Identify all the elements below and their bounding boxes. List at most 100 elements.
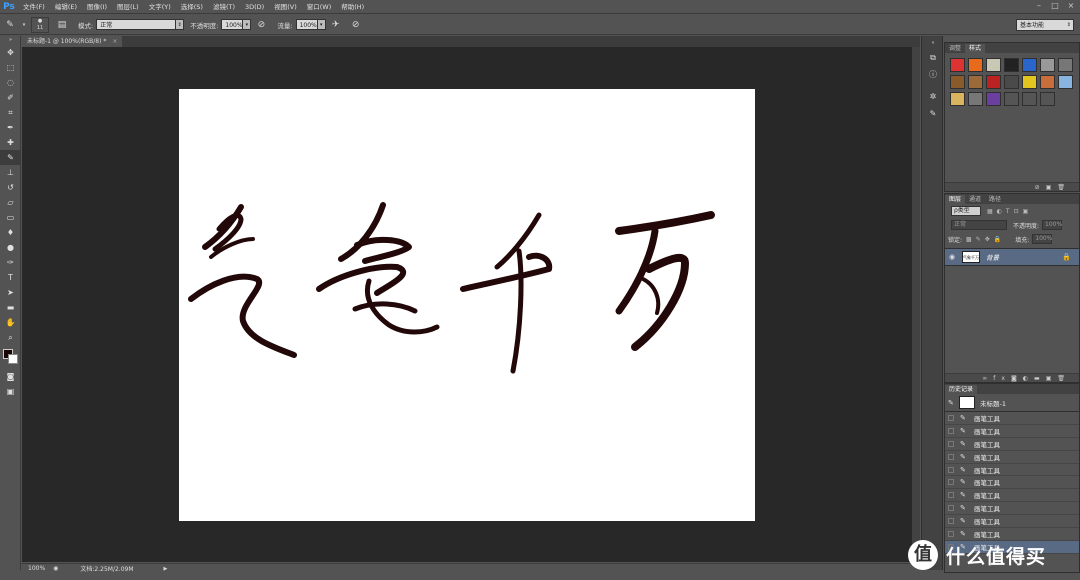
style-swatch[interactable] [950,58,965,72]
menu-item[interactable]: 选择(S) [176,0,208,14]
opacity-input[interactable]: 100% [221,19,244,30]
menu-item[interactable]: 视图(V) [269,0,302,14]
layer-opacity-input[interactable]: 100% [1042,220,1062,230]
restore-button[interactable]: □ [1048,0,1062,12]
history-step[interactable]: ✎ 画笔工具 [945,451,1079,464]
history-step[interactable]: ✎ 画笔工具 [945,425,1079,438]
eye-icon[interactable]: ◉ [945,253,959,261]
clone-stamp-tool-icon[interactable]: ⊥ [0,165,21,180]
pressure-size-icon[interactable]: ⊘ [349,18,363,32]
menu-item[interactable]: 窗口(W) [302,0,337,14]
screen-mode-icon[interactable]: ▣ [0,384,21,399]
tab-channels[interactable]: 通道 [965,195,985,204]
brush-panel-toggle-icon[interactable]: ▤ [55,18,69,32]
new-style-icon[interactable]: ▣ [1046,184,1058,191]
history-brush-source-checkbox[interactable] [948,479,954,486]
layer-kind-filter[interactable]: ρ类型 [951,206,981,216]
trash-icon[interactable]: 🗑 [1057,184,1071,191]
history-snapshot[interactable]: ✎ 未标题-1 [945,394,1079,412]
menu-item[interactable]: 滤镜(T) [208,0,240,14]
collapse-arrows-icon[interactable]: » [0,36,21,45]
document-scrollbar[interactable] [912,47,920,562]
style-swatch[interactable] [1058,75,1073,89]
lasso-tool-icon[interactable]: ◌ [0,75,21,90]
style-swatch[interactable] [968,92,983,106]
history-step[interactable]: ✎ 画笔工具 [945,412,1079,425]
flow-arrow-icon[interactable]: ▾ [317,19,326,30]
history-brush-source-checkbox[interactable] [948,505,954,512]
airbrush-icon[interactable]: ✈ [329,18,343,32]
tab-history[interactable]: 历史记录 [945,385,978,394]
lock-icons[interactable]: ▩✎✥🔒 [966,236,1005,243]
history-brush-source-checkbox[interactable] [948,466,954,473]
style-swatch[interactable] [950,92,965,106]
history-brush-source-checkbox[interactable] [948,427,954,434]
tab-adjustments[interactable]: 调整 [945,44,965,53]
history-source-brush-icon[interactable]: ✎ [948,399,954,407]
gradient-tool-icon[interactable]: ▭ [0,210,21,225]
style-swatch[interactable] [986,75,1001,89]
color-swatches[interactable] [0,345,21,369]
new-layer-icon[interactable]: ▣ [1046,375,1058,382]
style-swatch[interactable] [1040,75,1055,89]
style-swatch[interactable] [1040,58,1055,72]
opacity-arrow-icon[interactable]: ▾ [243,19,252,30]
history-brush-source-checkbox[interactable] [948,492,954,499]
menu-item[interactable]: 文件(F) [18,0,50,14]
history-step[interactable]: ✎ 画笔工具 [945,438,1079,451]
brush-tool-icon[interactable]: ✎ [0,150,21,165]
crop-tool-icon[interactable]: ⌗ [0,105,21,120]
menu-item[interactable]: 文字(Y) [144,0,176,14]
properties-panel-icon[interactable]: ⓘ [923,68,943,82]
style-swatch[interactable] [1022,58,1037,72]
zoom-tool-icon[interactable]: ⌕ [0,330,21,345]
blend-mode-select[interactable]: 正常 [951,220,1007,230]
history-panel-icon[interactable]: ⧉ [923,51,943,65]
blur-tool-icon[interactable]: ♦ [0,225,21,240]
menu-item[interactable]: 图像(I) [82,0,112,14]
style-swatch[interactable] [1004,75,1019,89]
style-swatch[interactable] [1004,92,1019,106]
clone-source-icon[interactable]: ✎ [923,107,943,121]
hand-tool-icon[interactable]: ✋ [0,315,21,330]
minimize-button[interactable]: – [1032,0,1046,12]
canvas[interactable] [179,89,755,521]
quick-mask-icon[interactable]: ◙ [0,369,21,384]
brush-panel-icon[interactable]: ✲ [923,90,943,104]
pen-tool-icon[interactable]: ✑ [0,255,21,270]
menu-item[interactable]: 图层(L) [112,0,144,14]
style-swatch[interactable] [1022,92,1037,106]
history-step[interactable]: ✎ 画笔工具 [945,502,1079,516]
history-brush-source-checkbox[interactable] [948,440,954,447]
menu-item[interactable]: 帮助(H) [336,0,369,14]
eraser-tool-icon[interactable]: ▱ [0,195,21,210]
style-swatch[interactable] [1004,58,1019,72]
marquee-tool-icon[interactable]: ⬚ [0,60,21,75]
history-step[interactable]: ✎ 画笔工具 [945,515,1079,529]
layer-filter-icons[interactable]: ▦◐T⊡▣ [987,208,1032,215]
pressure-opacity-icon[interactable]: ⊘ [254,18,268,32]
history-step[interactable]: ✎ 画笔工具 [945,476,1079,490]
mode-select[interactable]: 正常 [96,19,177,30]
history-step[interactable]: ✎ 画笔工具 [945,489,1079,503]
mask-icon[interactable]: ◙ [1011,375,1023,382]
type-tool-icon[interactable]: T [0,270,21,285]
zoom-level[interactable]: 100% [28,565,45,572]
tab-layers[interactable]: 图层 [945,195,966,204]
background-color-swatch[interactable] [8,354,18,364]
move-tool-icon[interactable]: ✥ [0,45,21,60]
history-brush-source-checkbox[interactable] [948,453,954,460]
close-button[interactable]: × [1064,0,1078,12]
style-swatch[interactable] [968,75,983,89]
fill-input[interactable]: 100% [1032,234,1052,244]
workspace-select[interactable]: 基本功能 ⇕ [1016,19,1074,31]
mode-select-arrow-icon[interactable]: ⇕ [176,19,185,30]
adjustment-icon[interactable]: ◐ [1023,375,1034,382]
dodge-tool-icon[interactable]: ● [0,240,21,255]
history-brush-tool-icon[interactable]: ↺ [0,180,21,195]
healing-brush-tool-icon[interactable]: ✚ [0,135,21,150]
clear-style-icon[interactable]: ⊘ [1035,184,1046,191]
history-step[interactable]: ✎ 画笔工具 [945,464,1079,477]
tab-paths[interactable]: 路径 [985,195,1005,204]
fx-icon[interactable]: fx [993,375,1011,382]
